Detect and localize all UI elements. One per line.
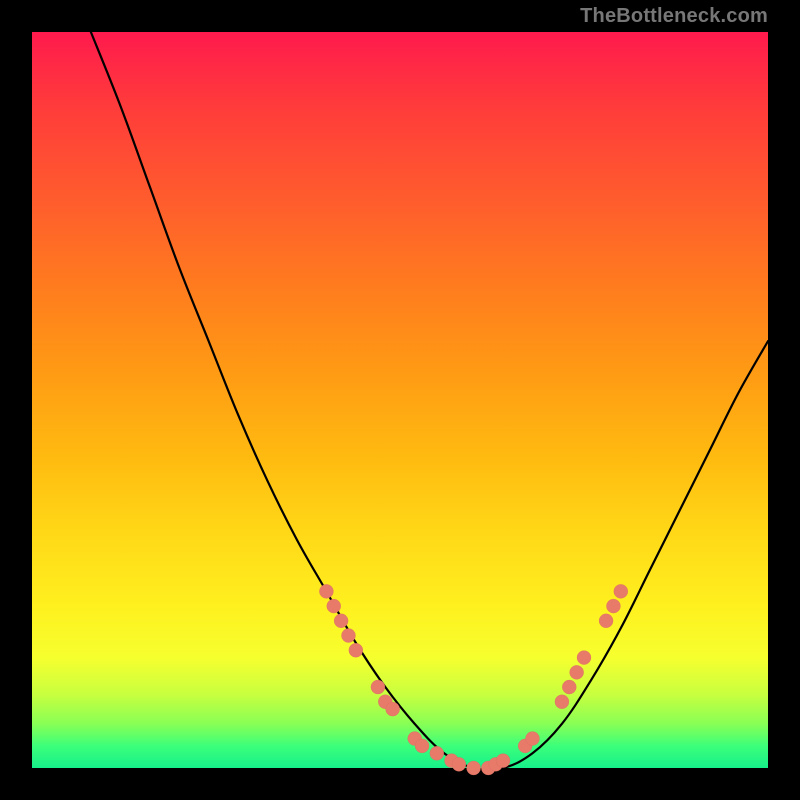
highlight-dot: [349, 643, 363, 657]
highlight-dot: [371, 680, 385, 694]
curve-svg: [32, 32, 768, 768]
highlight-dot: [430, 746, 444, 760]
plot-area: [32, 32, 768, 768]
highlight-dot: [334, 614, 348, 628]
highlight-dot: [496, 754, 510, 768]
highlight-dot: [614, 584, 628, 598]
highlight-dot: [386, 702, 400, 716]
chart-frame: TheBottleneck.com: [0, 0, 800, 800]
watermark-label: TheBottleneck.com: [580, 0, 768, 32]
highlight-dot: [452, 757, 466, 771]
highlight-dot: [577, 651, 591, 665]
highlight-dot: [341, 629, 355, 643]
highlight-dot: [415, 739, 429, 753]
highlight-dot: [570, 665, 584, 679]
highlight-dot: [606, 599, 620, 613]
highlight-dots: [319, 584, 627, 775]
highlight-dot: [525, 732, 539, 746]
highlight-dot: [555, 695, 569, 709]
highlight-dot: [467, 761, 481, 775]
highlight-dot: [319, 584, 333, 598]
highlight-dot: [327, 599, 341, 613]
bottleneck-curve: [91, 32, 768, 770]
highlight-dot: [599, 614, 613, 628]
highlight-dot: [562, 680, 576, 694]
